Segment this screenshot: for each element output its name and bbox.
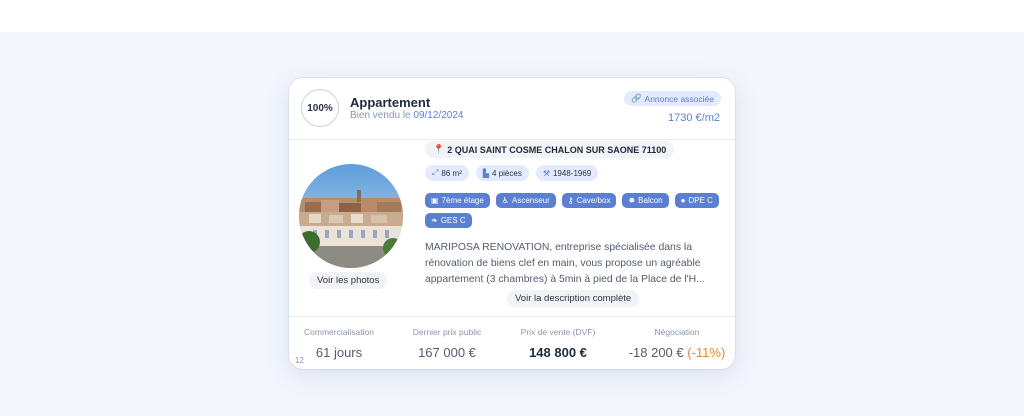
feature-label: GES C xyxy=(440,216,466,225)
annonce-label: Annonce associée xyxy=(644,93,714,104)
city-photo-image xyxy=(299,164,403,268)
building-icon: ▙ xyxy=(482,168,490,178)
sun-icon: ✹ xyxy=(628,196,636,205)
description-line: appartement (3 chambres) à 5min à pied d… xyxy=(425,274,705,285)
lightbulb-icon: ● xyxy=(680,196,686,205)
sold-label: Bien vendu le xyxy=(350,110,411,121)
stat-label: Dernier prix public xyxy=(412,327,482,337)
stat-prix-vente: Prix de vente (DVF) 148 800 € xyxy=(508,317,608,360)
address-chip: 📍 2 QUAI SAINT COSME CHALON SUR SAONE 71… xyxy=(425,141,675,158)
feature-label: Cave/box xyxy=(576,196,611,205)
feature-ges: ❧ GES C xyxy=(425,213,472,228)
description-line: rénovation de biens clef en main, vous p… xyxy=(425,258,701,269)
stat-label: Commercialisation xyxy=(304,327,374,337)
property-photo[interactable] xyxy=(299,164,403,268)
surface-value: 86 m² xyxy=(441,168,462,178)
stat-negociation: Négociation -18 200 € (-11%) xyxy=(625,317,729,360)
hammer-icon: ⚒ xyxy=(542,168,550,178)
period-value: 1948-1969 xyxy=(552,168,592,178)
negociation-percent: (-11%) xyxy=(687,345,726,360)
characteristics-chips: ⤢ 86 m² ▙ 4 pièces ⚒ 1948-1969 xyxy=(425,165,599,181)
feature-label: Ascenseur xyxy=(512,196,550,205)
stat-commercialisation: Commercialisation 61 jours xyxy=(289,317,389,360)
feature-floor: ▣ 7ème étage xyxy=(425,193,490,208)
score-badge: 100% xyxy=(301,89,339,127)
elevator-cabin-icon: ▣ xyxy=(431,196,439,205)
rooms-chip: ▙ 4 pièces xyxy=(475,165,529,181)
price-per-m2: 1730 €/m2 xyxy=(668,112,720,124)
key-icon: ⚷ xyxy=(567,196,574,205)
voir-photos-button[interactable]: Voir les photos xyxy=(309,272,388,289)
negociation-amount: -18 200 € xyxy=(628,345,684,360)
map-pin-icon: 📍 xyxy=(433,144,445,154)
feature-label: 7ème étage xyxy=(441,196,484,205)
property-type: Appartement xyxy=(350,95,431,110)
sold-info: Bien vendu le 09/12/2024 xyxy=(350,110,463,121)
page: 100% Appartement Bien vendu le 09/12/202… xyxy=(0,0,1024,416)
stats-row: Commercialisation 61 jours Dernier prix … xyxy=(289,316,735,369)
property-card: 100% Appartement Bien vendu le 09/12/202… xyxy=(289,78,735,369)
stat-value: 61 jours xyxy=(315,345,363,360)
surface-chip: ⤢ 86 m² xyxy=(425,165,469,181)
accessibility-icon: ♿ xyxy=(501,196,509,205)
link-icon: 🔗 xyxy=(630,93,642,103)
stat-dernier-prix: Dernier prix public 167 000 € xyxy=(397,317,497,360)
resize-arrows-icon: ⤢ xyxy=(432,168,439,177)
top-bar xyxy=(0,0,1024,32)
description-line: MARIPOSA RENOVATION, entreprise spéciali… xyxy=(425,242,692,253)
stat-value: -18 200 € (-11%) xyxy=(625,345,729,360)
voir-description-button[interactable]: Voir la description complète xyxy=(507,290,640,307)
features-list: ▣ 7ème étage ♿ Ascenseur ⚷ Cave/box ✹ Ba… xyxy=(425,193,725,228)
stat-label: Prix de vente (DVF) xyxy=(520,327,596,337)
feature-label: DPE C xyxy=(688,196,713,205)
feature-elevator: ♿ Ascenseur xyxy=(495,193,556,208)
stat-value: 167 000 € xyxy=(418,345,476,360)
stat-value: 148 800 € xyxy=(529,345,587,360)
leaf-icon: ❧ xyxy=(431,216,438,225)
sold-date: 09/12/2024 xyxy=(413,110,464,121)
address-text: 2 QUAI SAINT COSME CHALON SUR SAONE 7110… xyxy=(447,144,667,155)
feature-dpe: ● DPE C xyxy=(674,193,719,208)
period-chip: ⚒ 1948-1969 xyxy=(535,165,599,181)
annonce-associee-button[interactable]: 🔗 Annonce associée xyxy=(623,91,721,106)
stat-label: Négociation xyxy=(654,327,700,337)
feature-cave: ⚷ Cave/box xyxy=(561,193,617,208)
feature-label: Balcon xyxy=(638,196,663,205)
rooms-value: 4 pièces xyxy=(492,168,522,178)
card-header: 100% Appartement Bien vendu le 09/12/202… xyxy=(289,78,735,140)
page-number: 12 xyxy=(295,356,304,365)
feature-balcony: ✹ Balcon xyxy=(622,193,669,208)
description: MARIPOSA RENOVATION, entreprise spéciali… xyxy=(425,240,730,288)
